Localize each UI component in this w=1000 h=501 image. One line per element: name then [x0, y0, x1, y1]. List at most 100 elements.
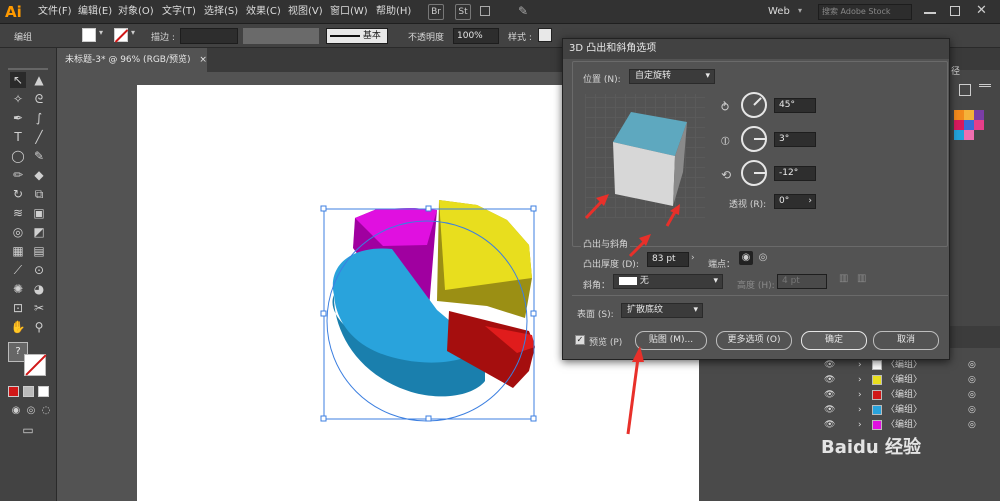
- menu-edit[interactable]: 编辑(E): [78, 0, 112, 24]
- cube-preview[interactable]: [585, 94, 705, 218]
- magic-wand-icon[interactable]: ✧: [10, 91, 26, 107]
- more-options-button[interactable]: 更多选项 (O): [716, 331, 792, 350]
- gradient-mode-icon[interactable]: [23, 386, 34, 397]
- fill-stroke-widget[interactable]: [24, 354, 47, 376]
- menu-file[interactable]: 文件(F): [38, 0, 72, 24]
- eraser-icon[interactable]: ◆: [31, 167, 47, 183]
- fill-swatch[interactable]: [82, 28, 96, 42]
- swatch-grid-view-icon[interactable]: [959, 84, 971, 96]
- type-tool-icon[interactable]: T: [10, 129, 26, 145]
- chevron-right-icon[interactable]: ›: [691, 253, 695, 263]
- opacity-input[interactable]: 100%: [453, 28, 499, 44]
- selection-tool-icon[interactable]: ↖: [10, 72, 26, 88]
- target-icon[interactable]: ◎: [968, 403, 976, 417]
- layer-row[interactable]: 👁 › 〈编组〉 ◎: [824, 418, 1000, 432]
- workspace-switcher[interactable]: Web: [768, 0, 790, 24]
- swatch[interactable]: [954, 130, 964, 140]
- blend-tool-icon[interactable]: ⊙: [31, 262, 47, 278]
- target-icon[interactable]: ◎: [968, 373, 976, 387]
- curvature-tool-icon[interactable]: ∫: [31, 110, 47, 126]
- pencil-icon[interactable]: ✏: [10, 167, 26, 183]
- expand-icon[interactable]: ›: [858, 418, 862, 432]
- ok-button[interactable]: 确定: [801, 331, 867, 350]
- map-button[interactable]: 贴图 (M)...: [635, 331, 707, 350]
- layer-name[interactable]: 〈编组〉: [886, 373, 922, 387]
- fill-chevron-icon[interactable]: ▾: [99, 28, 103, 37]
- swatch[interactable]: [964, 120, 974, 130]
- extrude-depth-input[interactable]: 83 pt: [647, 252, 689, 267]
- symbol-sprayer-icon[interactable]: ✺: [10, 281, 26, 297]
- layer-row[interactable]: 👁 › 〈编组〉 ◎: [824, 388, 1000, 402]
- warp-tool-icon[interactable]: ≋: [10, 205, 26, 221]
- hand-tool-icon[interactable]: ✋: [10, 319, 26, 335]
- target-icon[interactable]: ◎: [968, 358, 976, 372]
- close-tab-icon[interactable]: ×: [199, 55, 207, 65]
- brush-definition[interactable]: 基本: [326, 28, 388, 44]
- perspective-input[interactable]: 0° ›: [774, 194, 816, 209]
- stock-button[interactable]: St: [455, 4, 471, 20]
- swatch[interactable]: [974, 120, 984, 130]
- eye-icon[interactable]: 👁: [824, 358, 835, 372]
- shape-builder-icon[interactable]: ◎: [10, 224, 26, 240]
- swatch-grid[interactable]: [954, 110, 984, 140]
- swatch[interactable]: [974, 110, 984, 120]
- menu-window[interactable]: 窗口(W): [330, 0, 368, 24]
- rotate-x-dial[interactable]: [741, 92, 767, 118]
- eye-icon[interactable]: 👁: [824, 388, 835, 402]
- expand-icon[interactable]: ›: [858, 388, 862, 402]
- opacity-label[interactable]: 不透明度: [408, 30, 444, 43]
- bevel-dropdown[interactable]: 无 ▾: [613, 274, 723, 289]
- expand-icon[interactable]: ›: [858, 358, 862, 372]
- menu-type[interactable]: 文字(T): [162, 0, 196, 24]
- stroke-swatch[interactable]: [114, 28, 129, 43]
- layer-name[interactable]: 〈编组〉: [886, 358, 922, 372]
- minimize-icon[interactable]: [924, 12, 936, 14]
- layer-name[interactable]: 〈编组〉: [886, 418, 922, 432]
- slice-tool-icon[interactable]: ✂: [31, 300, 47, 316]
- panel-tab-partial[interactable]: 径: [951, 64, 960, 77]
- arrange-icon[interactable]: [480, 6, 490, 16]
- pen-tool-icon[interactable]: ✒: [10, 110, 26, 126]
- preview-checkbox[interactable]: ✓: [575, 335, 585, 345]
- rotate-y-dial[interactable]: [741, 126, 767, 152]
- workspace-chevron-icon[interactable]: ▾: [798, 6, 802, 15]
- rotate-x-input[interactable]: 45°: [774, 98, 816, 113]
- swatch[interactable]: [964, 110, 974, 120]
- stroke-weight-input[interactable]: [180, 28, 238, 44]
- layer-row[interactable]: 👁 › 〈编组〉 ◎: [824, 403, 1000, 417]
- rotate-y-input[interactable]: 3°: [774, 132, 816, 147]
- swatch-list-view-icon[interactable]: [979, 84, 991, 96]
- rotate-tool-icon[interactable]: ↻: [10, 186, 26, 202]
- surface-dropdown[interactable]: 扩散底纹 ▾: [621, 303, 703, 318]
- preview-label[interactable]: 预览 (P): [589, 335, 622, 348]
- close-window-icon[interactable]: ✕: [976, 3, 987, 18]
- cap-off-icon[interactable]: ◎: [756, 251, 770, 265]
- menu-help[interactable]: 帮助(H): [376, 0, 411, 24]
- document-tab[interactable]: 未标题-3* @ 96% (RGB/预览) ×: [57, 48, 207, 72]
- expand-icon[interactable]: ›: [858, 403, 862, 417]
- target-icon[interactable]: ◎: [968, 418, 976, 432]
- menu-view[interactable]: 视图(V): [288, 0, 323, 24]
- color-mode-icon[interactable]: [8, 386, 19, 397]
- maximize-icon[interactable]: [950, 6, 960, 16]
- variable-width-profile[interactable]: [243, 28, 319, 44]
- zoom-tool-icon[interactable]: ⚲: [31, 319, 47, 335]
- gradient-tool-icon[interactable]: ▤: [31, 243, 47, 259]
- perspective-grid-icon[interactable]: ◩: [31, 224, 47, 240]
- swatch[interactable]: [954, 120, 964, 130]
- draw-inside-icon[interactable]: ◌: [38, 403, 54, 419]
- artboard-tool-icon[interactable]: ⊡: [10, 300, 26, 316]
- lasso-icon[interactable]: ᘓ: [31, 91, 47, 107]
- eye-icon[interactable]: 👁: [824, 373, 835, 387]
- cube-track[interactable]: [585, 94, 705, 218]
- layer-row[interactable]: 👁 › 〈编组〉 ◎: [824, 373, 1000, 387]
- eye-icon[interactable]: 👁: [824, 403, 835, 417]
- scale-tool-icon[interactable]: ⧉: [31, 186, 47, 202]
- cap-on-icon[interactable]: ◉: [739, 251, 753, 265]
- rotate-z-dial[interactable]: [741, 160, 767, 186]
- screen-mode-icon[interactable]: ▭: [20, 422, 36, 438]
- none-mode-icon[interactable]: [38, 386, 49, 397]
- expand-icon[interactable]: ›: [858, 373, 862, 387]
- swatch[interactable]: [954, 110, 964, 120]
- eye-icon[interactable]: 👁: [824, 418, 835, 432]
